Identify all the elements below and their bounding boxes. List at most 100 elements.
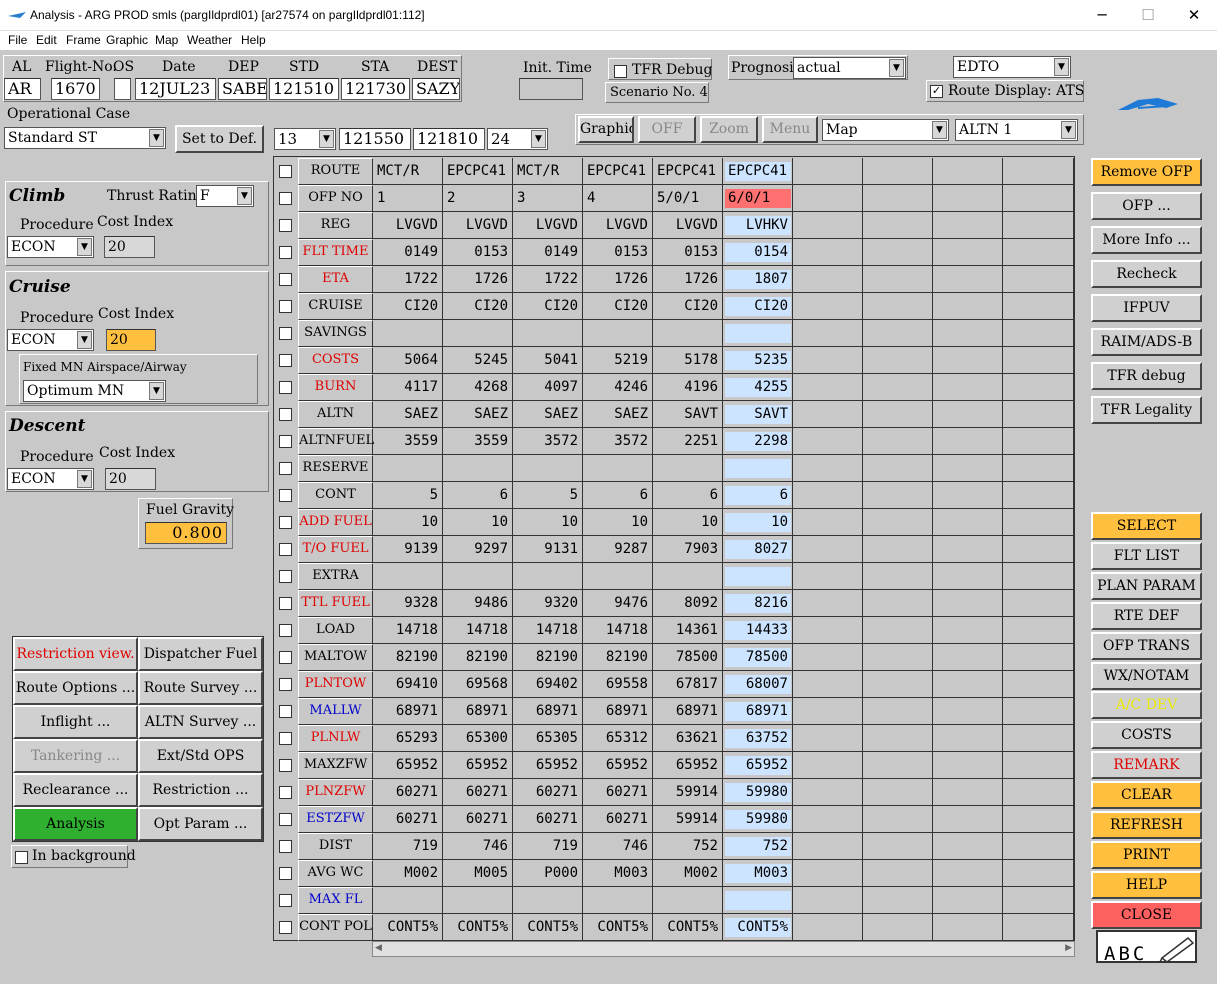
table-cell[interactable]: LVGVD — [443, 212, 513, 239]
selected-ofp-cell[interactable]: CONT5% — [725, 918, 791, 937]
route-display-checkbox[interactable]: ✓ — [930, 85, 943, 98]
table-cell[interactable]: 68971 — [373, 698, 443, 725]
scroll-left-icon[interactable]: ◀ — [375, 943, 382, 953]
table-cell[interactable]: M003 — [583, 860, 653, 887]
selected-ofp-cell[interactable]: 752 — [725, 837, 791, 856]
table-cell[interactable]: 10 — [583, 509, 653, 536]
table-cell[interactable]: 68971 — [443, 698, 513, 725]
table-cell[interactable] — [443, 563, 513, 590]
table-cell[interactable]: 752 — [653, 833, 723, 860]
table-cell[interactable]: 9476 — [583, 590, 653, 617]
altn-select[interactable]: ALTN 1 ▼ — [955, 119, 1078, 141]
table-cell[interactable] — [583, 320, 653, 347]
menu-button[interactable]: Menu — [762, 116, 818, 143]
row-select-checkbox[interactable] — [279, 570, 292, 583]
table-cell[interactable]: SAEZ — [443, 401, 513, 428]
flt-list-button[interactable]: FLT LIST — [1091, 541, 1202, 570]
selected-ofp-cell[interactable]: 10 — [725, 513, 791, 532]
os-input[interactable] — [114, 78, 131, 100]
table-cell[interactable]: 65293 — [373, 725, 443, 752]
al-input[interactable]: AR — [4, 78, 41, 100]
map-select[interactable]: Map ▼ — [822, 119, 949, 141]
table-cell[interactable]: CI20 — [373, 293, 443, 320]
table-cell[interactable] — [443, 455, 513, 482]
flight-no-input[interactable]: 1670 — [51, 78, 100, 100]
table-cell[interactable]: LVGVD — [583, 212, 653, 239]
sta-input[interactable]: 121730 — [341, 78, 410, 100]
table-cell[interactable] — [653, 320, 723, 347]
table-cell[interactable]: 3572 — [583, 428, 653, 455]
close-window-button[interactable]: ✕ — [1171, 0, 1217, 31]
table-cell[interactable]: 5219 — [583, 347, 653, 374]
table-cell[interactable] — [723, 455, 793, 482]
table-cell[interactable]: 746 — [443, 833, 513, 860]
table-cell[interactable]: 0153 — [653, 239, 723, 266]
selected-ofp-cell[interactable]: 63752 — [725, 729, 791, 748]
remark-button[interactable]: REMARK — [1091, 751, 1202, 780]
tankering-button[interactable]: Tankering ... — [13, 739, 138, 773]
table-cell[interactable] — [373, 455, 443, 482]
table-cell[interactable]: 5178 — [653, 347, 723, 374]
row-select-checkbox[interactable] — [279, 354, 292, 367]
selected-ofp-cell[interactable] — [725, 891, 791, 910]
table-cell[interactable]: MCT/R — [373, 158, 443, 185]
row-select-checkbox[interactable] — [279, 867, 292, 880]
selected-ofp-cell[interactable]: 2298 — [725, 432, 791, 451]
table-cell[interactable]: EPCPC41 — [653, 158, 723, 185]
scroll-right-icon[interactable]: ▶ — [1065, 943, 1072, 953]
table-cell[interactable]: LVGVD — [373, 212, 443, 239]
table-cell[interactable]: 69568 — [443, 671, 513, 698]
table-cell[interactable]: 2251 — [653, 428, 723, 455]
row-select-checkbox[interactable] — [279, 921, 292, 934]
table-cell[interactable]: 60271 — [583, 779, 653, 806]
selected-ofp-cell[interactable]: 78500 — [725, 648, 791, 667]
table-cell[interactable]: 59980 — [723, 779, 793, 806]
row-select-checkbox[interactable] — [279, 678, 292, 691]
table-cell[interactable]: CI20 — [513, 293, 583, 320]
table-cell[interactable]: SAVT — [723, 401, 793, 428]
restriction-button[interactable]: Restriction ... — [138, 773, 263, 807]
plan-param-button[interactable]: PLAN PARAM — [1091, 571, 1202, 600]
selected-ofp-cell[interactable]: 6/0/1 — [725, 189, 791, 208]
table-cell[interactable] — [373, 563, 443, 590]
table-cell[interactable]: 0149 — [513, 239, 583, 266]
table-cell[interactable]: SAVT — [653, 401, 723, 428]
selected-ofp-cell[interactable]: M003 — [725, 864, 791, 883]
table-cell[interactable]: CI20 — [443, 293, 513, 320]
in-background-checkbox[interactable] — [15, 851, 28, 864]
altn-survey-button[interactable]: ALTN Survey ... — [138, 705, 263, 739]
table-cell[interactable]: SAEZ — [373, 401, 443, 428]
row-select-checkbox[interactable] — [279, 894, 292, 907]
table-cell[interactable]: 4196 — [653, 374, 723, 401]
table-cell[interactable]: 65300 — [443, 725, 513, 752]
table-cell[interactable]: 4097 — [513, 374, 583, 401]
menu-weather[interactable]: Weather — [187, 33, 232, 47]
row-select-checkbox[interactable] — [279, 435, 292, 448]
table-cell[interactable]: 5064 — [373, 347, 443, 374]
row-select-checkbox[interactable] — [279, 786, 292, 799]
table-cell[interactable] — [513, 887, 583, 914]
selected-ofp-cell[interactable] — [725, 567, 791, 586]
cruise-cost-index-input[interactable]: 20 — [106, 329, 156, 351]
table-cell[interactable]: 3559 — [373, 428, 443, 455]
row-select-checkbox[interactable] — [279, 489, 292, 502]
time-input-c[interactable]: 121810 — [413, 128, 485, 150]
dep-input[interactable]: SABE — [218, 78, 267, 100]
table-cell[interactable]: 63621 — [653, 725, 723, 752]
table-cell[interactable]: 0153 — [443, 239, 513, 266]
tfr-legality-button[interactable]: TFR Legality — [1091, 396, 1202, 424]
table-cell[interactable]: 14718 — [443, 617, 513, 644]
table-cell[interactable]: CONT5% — [653, 914, 723, 941]
table-cell[interactable]: 68971 — [653, 698, 723, 725]
menu-help[interactable]: Help — [241, 33, 266, 47]
table-cell[interactable]: 10 — [653, 509, 723, 536]
table-cell[interactable] — [373, 320, 443, 347]
table-cell[interactable]: 65952 — [583, 752, 653, 779]
table-cell[interactable]: 60271 — [513, 806, 583, 833]
table-cell[interactable]: 60271 — [443, 779, 513, 806]
table-cell[interactable]: 6 — [443, 482, 513, 509]
table-cell[interactable]: 82190 — [583, 644, 653, 671]
ifpuv-button[interactable]: IFPUV — [1091, 294, 1202, 322]
table-cell[interactable]: 9297 — [443, 536, 513, 563]
ofp-button[interactable]: OFP ... — [1091, 192, 1202, 220]
